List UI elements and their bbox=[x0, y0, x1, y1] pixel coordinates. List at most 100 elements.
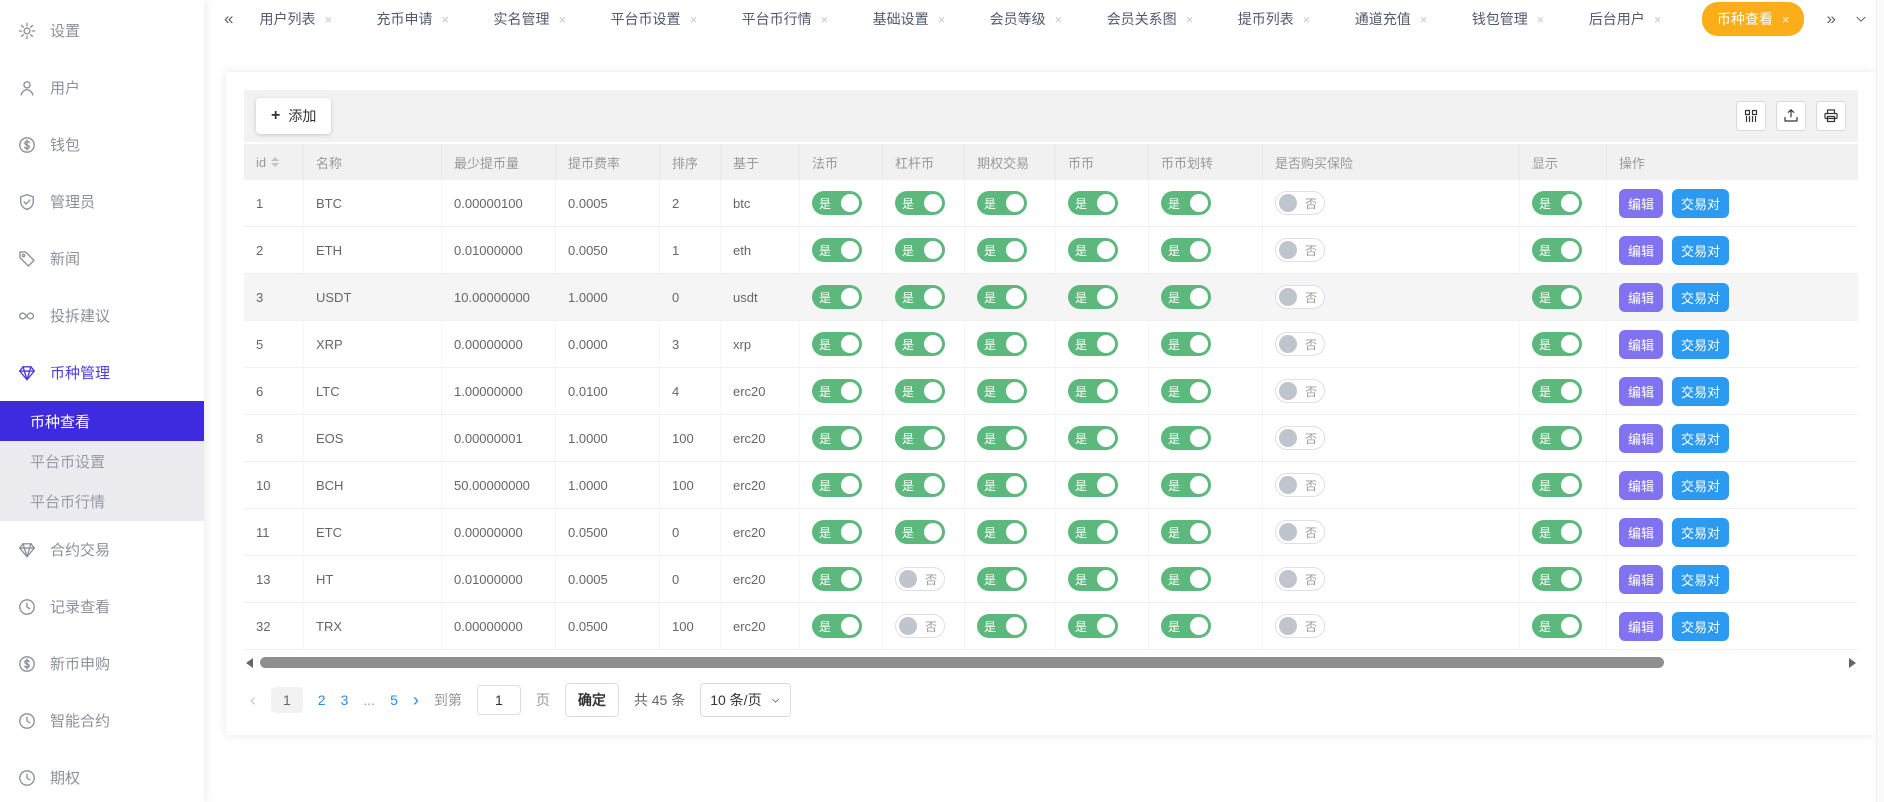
insurance-toggle[interactable]: 否 bbox=[1275, 426, 1325, 450]
sidebar-item[interactable]: 投拆建议 bbox=[0, 287, 204, 344]
transfer-toggle[interactable]: 是 bbox=[1161, 285, 1211, 309]
option-toggle[interactable]: 是 bbox=[977, 567, 1027, 591]
insurance-toggle[interactable]: 否 bbox=[1275, 332, 1325, 356]
show-toggle[interactable]: 是 bbox=[1532, 379, 1582, 403]
option-toggle[interactable]: 是 bbox=[977, 379, 1027, 403]
tab[interactable]: 会员关系图× bbox=[1103, 3, 1198, 35]
coin-toggle[interactable]: 是 bbox=[1068, 191, 1118, 215]
tab-close-icon[interactable]: × bbox=[1654, 13, 1662, 26]
tab-close-icon[interactable]: × bbox=[1537, 13, 1545, 26]
tab-close-icon[interactable]: × bbox=[1420, 13, 1428, 26]
edit-button[interactable]: 编辑 bbox=[1619, 424, 1663, 453]
goto-page-input[interactable] bbox=[477, 685, 521, 715]
option-toggle[interactable]: 是 bbox=[977, 332, 1027, 356]
next-page-button[interactable]: › bbox=[413, 691, 419, 709]
tab-close-icon[interactable]: × bbox=[324, 13, 332, 26]
leverage-toggle[interactable]: 否 bbox=[895, 614, 945, 638]
sidebar-subitem[interactable]: 币种查看 bbox=[0, 401, 204, 441]
transfer-toggle[interactable]: 是 bbox=[1161, 473, 1211, 497]
show-toggle[interactable]: 是 bbox=[1532, 426, 1582, 450]
edit-button[interactable]: 编辑 bbox=[1619, 283, 1663, 312]
edit-button[interactable]: 编辑 bbox=[1619, 236, 1663, 265]
fiat-toggle[interactable]: 是 bbox=[812, 191, 862, 215]
leverage-toggle[interactable]: 是 bbox=[895, 238, 945, 262]
fiat-toggle[interactable]: 是 bbox=[812, 379, 862, 403]
insurance-toggle[interactable]: 否 bbox=[1275, 473, 1325, 497]
transfer-toggle[interactable]: 是 bbox=[1161, 614, 1211, 638]
sidebar-item[interactable]: 新闻 bbox=[0, 230, 204, 287]
tab[interactable]: 充币申请× bbox=[373, 3, 454, 35]
column-header[interactable]: id bbox=[244, 144, 304, 180]
option-toggle[interactable]: 是 bbox=[977, 426, 1027, 450]
show-toggle[interactable]: 是 bbox=[1532, 567, 1582, 591]
tab[interactable]: 平台币行情× bbox=[738, 3, 833, 35]
page-number[interactable]: 1 bbox=[271, 687, 303, 713]
leverage-toggle[interactable]: 是 bbox=[895, 285, 945, 309]
tab[interactable]: 后台用户× bbox=[1585, 3, 1666, 35]
option-toggle[interactable]: 是 bbox=[977, 238, 1027, 262]
coin-toggle[interactable]: 是 bbox=[1068, 285, 1118, 309]
transfer-toggle[interactable]: 是 bbox=[1161, 520, 1211, 544]
insurance-toggle[interactable]: 否 bbox=[1275, 379, 1325, 403]
coin-toggle[interactable]: 是 bbox=[1068, 379, 1118, 403]
tab-close-icon[interactable]: × bbox=[1303, 13, 1311, 26]
option-toggle[interactable]: 是 bbox=[977, 520, 1027, 544]
transfer-toggle[interactable]: 是 bbox=[1161, 567, 1211, 591]
option-toggle[interactable]: 是 bbox=[977, 191, 1027, 215]
transfer-toggle[interactable]: 是 bbox=[1161, 332, 1211, 356]
tab-close-icon[interactable]: × bbox=[938, 13, 946, 26]
tabs-scroll-right-icon[interactable]: » bbox=[1827, 9, 1836, 29]
show-toggle[interactable]: 是 bbox=[1532, 191, 1582, 215]
pairs-button[interactable]: 交易对 bbox=[1672, 518, 1729, 547]
tabs-scroll-left-icon[interactable]: « bbox=[224, 9, 233, 29]
insurance-toggle[interactable]: 否 bbox=[1275, 285, 1325, 309]
transfer-toggle[interactable]: 是 bbox=[1161, 191, 1211, 215]
show-toggle[interactable]: 是 bbox=[1532, 332, 1582, 356]
tab-close-icon[interactable]: × bbox=[1782, 13, 1790, 26]
pairs-button[interactable]: 交易对 bbox=[1672, 377, 1729, 406]
page-size-select[interactable]: 10 条/页 bbox=[700, 683, 790, 717]
page-number[interactable]: 5 bbox=[390, 692, 398, 708]
transfer-toggle[interactable]: 是 bbox=[1161, 238, 1211, 262]
export-icon-button[interactable] bbox=[1776, 101, 1806, 131]
pairs-button[interactable]: 交易对 bbox=[1672, 612, 1729, 641]
edit-button[interactable]: 编辑 bbox=[1619, 518, 1663, 547]
leverage-toggle[interactable]: 否 bbox=[895, 567, 945, 591]
confirm-button[interactable]: 确定 bbox=[565, 683, 619, 717]
page-number[interactable]: 2 bbox=[318, 692, 326, 708]
transfer-toggle[interactable]: 是 bbox=[1161, 379, 1211, 403]
scroll-left-arrow-icon[interactable] bbox=[246, 658, 253, 668]
scroll-right-arrow-icon[interactable] bbox=[1849, 658, 1856, 668]
tab[interactable]: 提币列表× bbox=[1234, 3, 1315, 35]
fiat-toggle[interactable]: 是 bbox=[812, 567, 862, 591]
sidebar-item[interactable]: 钱包 bbox=[0, 116, 204, 173]
tab-close-icon[interactable]: × bbox=[559, 13, 567, 26]
insurance-toggle[interactable]: 否 bbox=[1275, 191, 1325, 215]
sidebar-item[interactable]: 智能合约 bbox=[0, 692, 204, 749]
tab[interactable]: 币种查看× bbox=[1702, 2, 1805, 36]
edit-button[interactable]: 编辑 bbox=[1619, 377, 1663, 406]
fiat-toggle[interactable]: 是 bbox=[812, 614, 862, 638]
print-icon-button[interactable] bbox=[1816, 101, 1846, 131]
coin-toggle[interactable]: 是 bbox=[1068, 614, 1118, 638]
sort-icon[interactable] bbox=[271, 157, 279, 167]
option-toggle[interactable]: 是 bbox=[977, 285, 1027, 309]
page-scrollbar[interactable] bbox=[1876, 0, 1884, 802]
leverage-toggle[interactable]: 是 bbox=[895, 520, 945, 544]
add-button[interactable]: + 添加 bbox=[256, 98, 331, 134]
horizontal-scrollbar[interactable] bbox=[244, 655, 1858, 671]
leverage-toggle[interactable]: 是 bbox=[895, 332, 945, 356]
option-toggle[interactable]: 是 bbox=[977, 473, 1027, 497]
tab[interactable]: 实名管理× bbox=[490, 3, 571, 35]
tab-close-icon[interactable]: × bbox=[1055, 13, 1063, 26]
fiat-toggle[interactable]: 是 bbox=[812, 473, 862, 497]
coin-toggle[interactable]: 是 bbox=[1068, 473, 1118, 497]
page-number[interactable]: 3 bbox=[341, 692, 349, 708]
edit-button[interactable]: 编辑 bbox=[1619, 189, 1663, 218]
fiat-toggle[interactable]: 是 bbox=[812, 238, 862, 262]
sidebar-item[interactable]: 设置 bbox=[0, 2, 204, 59]
pairs-button[interactable]: 交易对 bbox=[1672, 236, 1729, 265]
tab[interactable]: 用户列表× bbox=[255, 3, 336, 35]
coin-toggle[interactable]: 是 bbox=[1068, 426, 1118, 450]
fiat-toggle[interactable]: 是 bbox=[812, 426, 862, 450]
